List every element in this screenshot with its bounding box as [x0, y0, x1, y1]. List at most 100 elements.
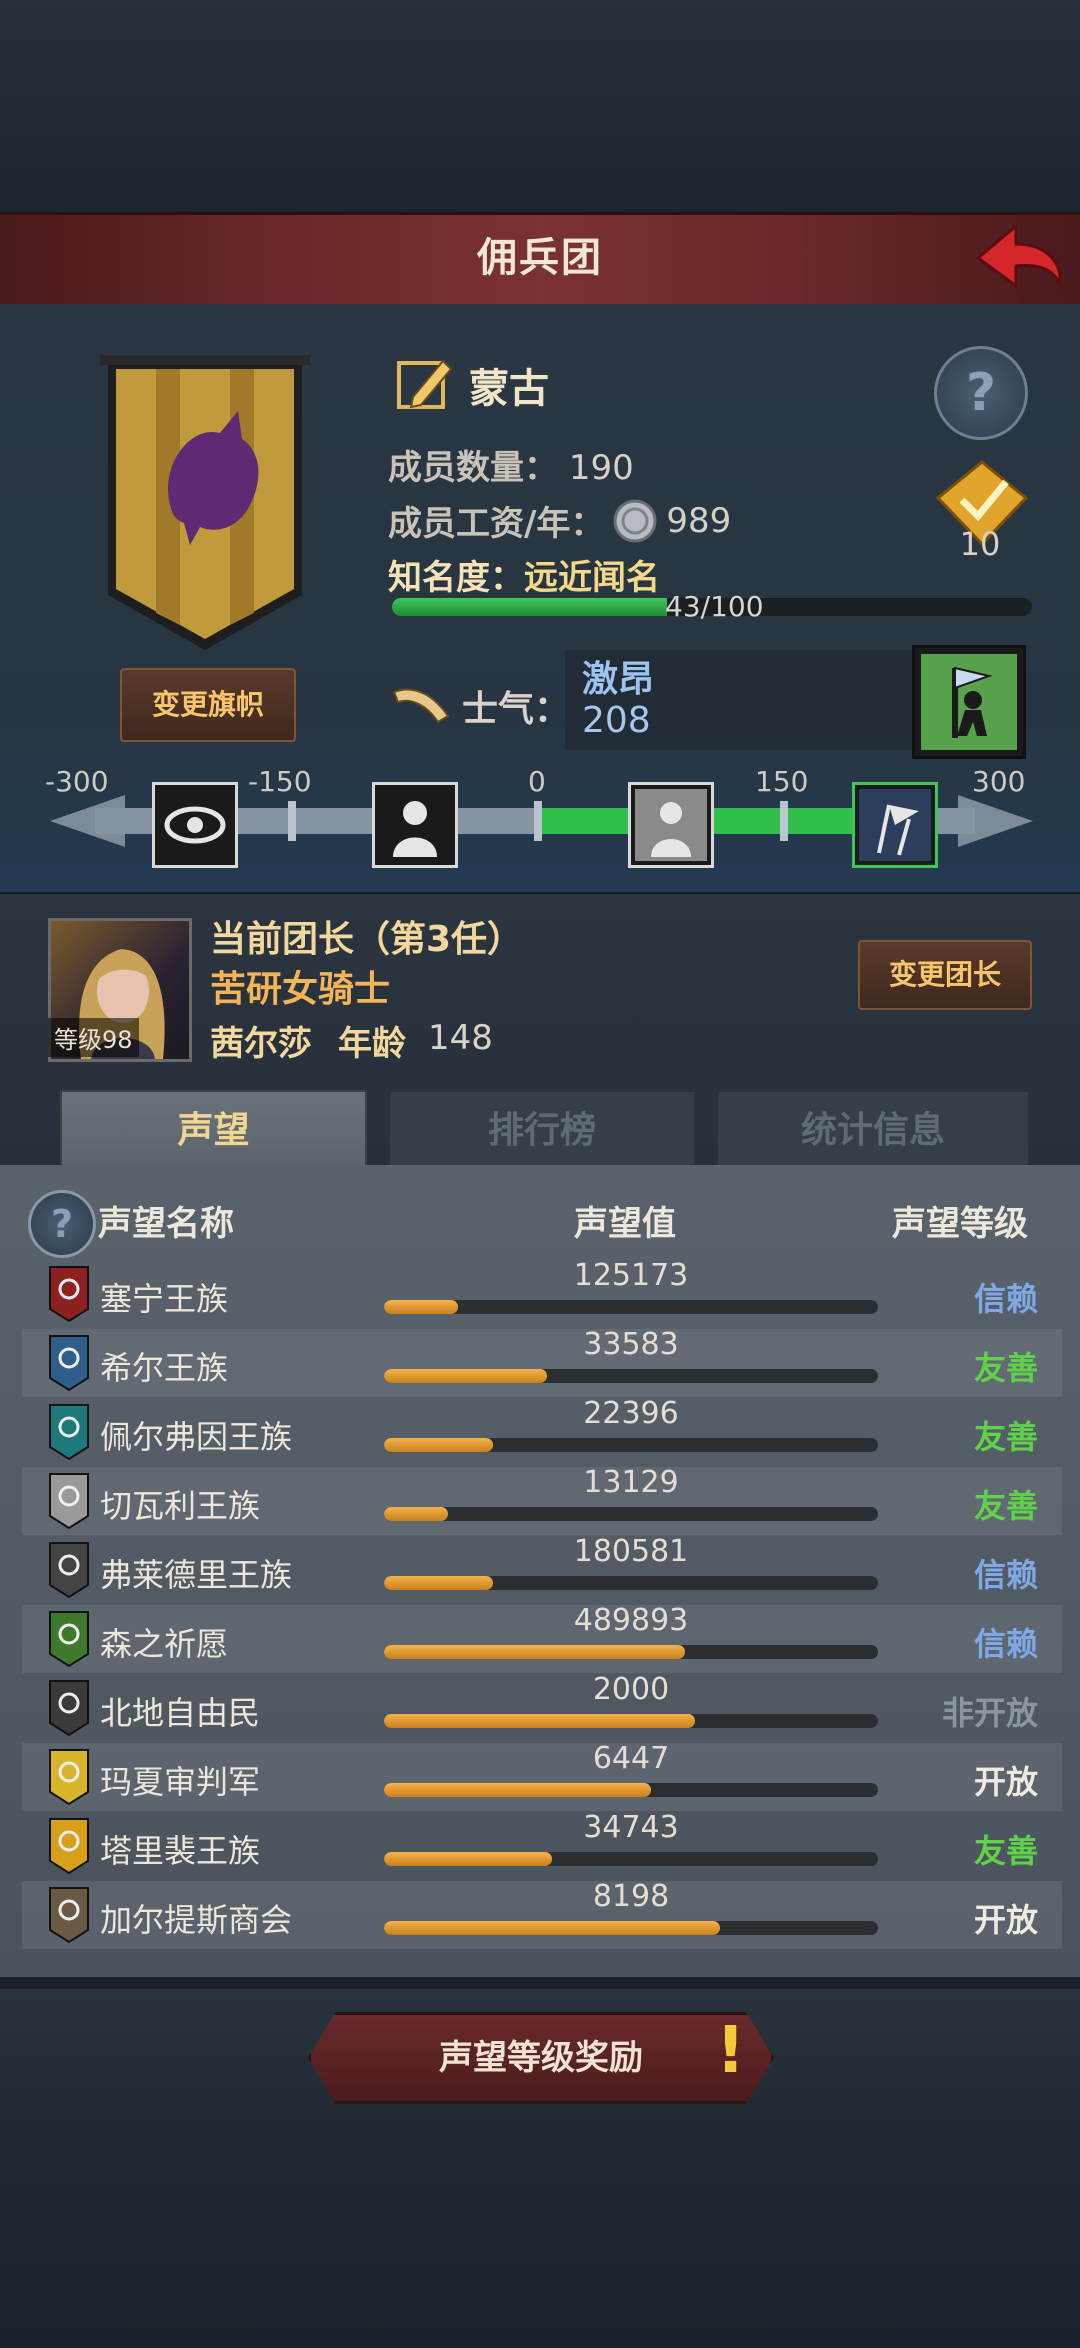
reputation-row[interactable]: 弗莱德里王族 180581 信赖 [22, 1534, 1062, 1604]
reputation-progress-fill [384, 1507, 449, 1521]
faction-name: 希尔王族 [100, 1349, 229, 1387]
leader-age: 148 [428, 1018, 493, 1058]
reputation-level: 友善 [973, 1832, 1038, 1870]
reputation-value: 180581 [573, 1534, 689, 1569]
faction-name: 塔里裴王族 [100, 1832, 261, 1870]
reputation-progress-bar [384, 1300, 878, 1314]
reputation-progress-bar [384, 1783, 878, 1797]
members-value: 190 [568, 448, 634, 488]
scale-tick [780, 801, 788, 841]
reputation-level: 开放 [973, 1901, 1038, 1939]
reputation-progress-bar [384, 1921, 878, 1935]
morale-state: 激昂 [582, 659, 655, 700]
reputation-value: 33583 [583, 1327, 679, 1362]
reputation-row[interactable]: 佩尔弗因王族 22396 友善 [22, 1396, 1062, 1466]
company-name: 蒙古 [469, 366, 549, 412]
mood-high-spirits-icon[interactable] [852, 782, 938, 868]
morale-status-icon-frame[interactable] [912, 645, 1026, 759]
column-header-level: 声望等级 [892, 1204, 1028, 1244]
leader-level-badge: 等级98 [48, 1018, 139, 1057]
help-button[interactable]: ? [934, 346, 1028, 440]
leader-age-label: 年龄 [338, 1024, 406, 1064]
scale-label: 300 [972, 765, 1026, 798]
mood-paranoid-icon[interactable] [152, 782, 238, 868]
faction-name: 佩尔弗因王族 [100, 1418, 293, 1456]
change-leader-button[interactable]: 变更团长 [858, 940, 1032, 1010]
reputation-progress-fill [384, 1438, 493, 1452]
reputation-value: 22396 [583, 1396, 679, 1431]
teal-crest-icon [49, 1404, 89, 1461]
reputation-row[interactable]: 希尔王族 33583 友善 [22, 1327, 1062, 1397]
faction-name: 北地自由民 [100, 1694, 261, 1732]
reputation-progress-fill [384, 1576, 493, 1590]
reputation-row[interactable]: 切瓦利王族 13129 友善 [22, 1465, 1062, 1535]
mood-calm-icon[interactable] [628, 782, 714, 868]
alert-exclamation-icon: ! [716, 2014, 746, 2088]
reputation-level: 信赖 [973, 1556, 1038, 1594]
wage-value: 989 [666, 500, 732, 541]
scale-label: -300 [45, 765, 109, 798]
reputation-progress-fill [384, 1921, 720, 1935]
reputation-help-button[interactable]: ? [28, 1190, 96, 1258]
members-stat: 成员数量： 190 [388, 440, 634, 489]
reputation-progress-bar [384, 1576, 878, 1590]
wage-label: 成员工资/年： [388, 504, 605, 544]
scale-label: 150 [755, 765, 809, 798]
tab-reputation[interactable]: 声望 [60, 1090, 367, 1170]
reputation-level: 友善 [973, 1487, 1038, 1525]
reputation-level: 信赖 [973, 1280, 1038, 1318]
leader-class: 苦研女骑士 [210, 969, 391, 1010]
faction-name: 加尔提斯商会 [100, 1901, 293, 1939]
fame-progress-fill [392, 598, 668, 616]
reputation-value: 6447 [592, 1741, 670, 1776]
page-title: 佣兵团 [477, 235, 603, 281]
fame-progress-text: 43/100 [665, 590, 764, 623]
members-label: 成员数量： [388, 448, 558, 488]
morale-label: 士气： [462, 689, 571, 730]
company-banner-icon [100, 355, 310, 650]
reputation-row[interactable]: 北地自由民 2000 非开放 [22, 1672, 1062, 1742]
medal-count: 10 [959, 525, 1001, 563]
reputation-level: 友善 [973, 1349, 1038, 1387]
back-button[interactable] [968, 218, 1068, 298]
tab-statistics[interactable]: 统计信息 [716, 1090, 1030, 1172]
reputation-value: 2000 [592, 1672, 670, 1707]
faction-name: 切瓦利王族 [100, 1487, 261, 1525]
morale-value: 208 [582, 700, 651, 741]
flame-crest-icon [49, 1818, 89, 1875]
reputation-reward-button[interactable]: 声望等级奖励 [308, 2012, 774, 2104]
wage-stat: 成员工资/年： 989 [388, 496, 731, 545]
horn-icon [392, 688, 450, 724]
change-banner-button[interactable]: 变更旗帜 [120, 668, 296, 742]
edit-name-icon[interactable] [395, 355, 455, 415]
reputation-value: 8198 [592, 1879, 670, 1914]
reputation-row[interactable]: 塞宁王族 125173 信赖 [22, 1258, 1062, 1328]
reputation-value: 489893 [573, 1603, 689, 1638]
reputation-progress-fill [384, 1645, 686, 1659]
scale-tick [288, 801, 296, 841]
reputation-level: 友善 [973, 1418, 1038, 1456]
axe-crest-icon [49, 1680, 89, 1737]
mood-despair-icon[interactable] [372, 782, 458, 868]
fame-stat: 知名度：远近闻名 [388, 550, 660, 599]
scale-tick [534, 801, 542, 841]
fame-label: 知名度： [388, 558, 524, 598]
reputation-progress-fill [384, 1714, 696, 1728]
reputation-progress-fill [384, 1300, 459, 1314]
leader-name: 茜尔莎 [210, 1024, 312, 1064]
reputation-row[interactable]: 玛夏审判军 6447 开放 [22, 1741, 1062, 1811]
reputation-row[interactable]: 塔里裴王族 34743 友善 [22, 1810, 1062, 1880]
tree-crest-icon [49, 1611, 89, 1668]
reputation-level: 非开放 [941, 1694, 1038, 1732]
tab-leaderboard[interactable]: 排行榜 [388, 1090, 696, 1172]
reputation-row[interactable]: 加尔提斯商会 8198 开放 [22, 1879, 1062, 1949]
column-header-name: 声望名称 [98, 1204, 234, 1244]
faction-name: 森之祈愿 [100, 1625, 229, 1663]
reputation-row[interactable]: 森之祈愿 489893 信赖 [22, 1603, 1062, 1673]
red-crest-icon [49, 1266, 89, 1323]
sun-crest-icon [49, 1749, 89, 1806]
reputation-progress-bar [384, 1369, 878, 1383]
reputation-value: 125173 [573, 1258, 689, 1293]
reputation-progress-bar [384, 1438, 878, 1452]
reputation-progress-bar [384, 1714, 878, 1728]
